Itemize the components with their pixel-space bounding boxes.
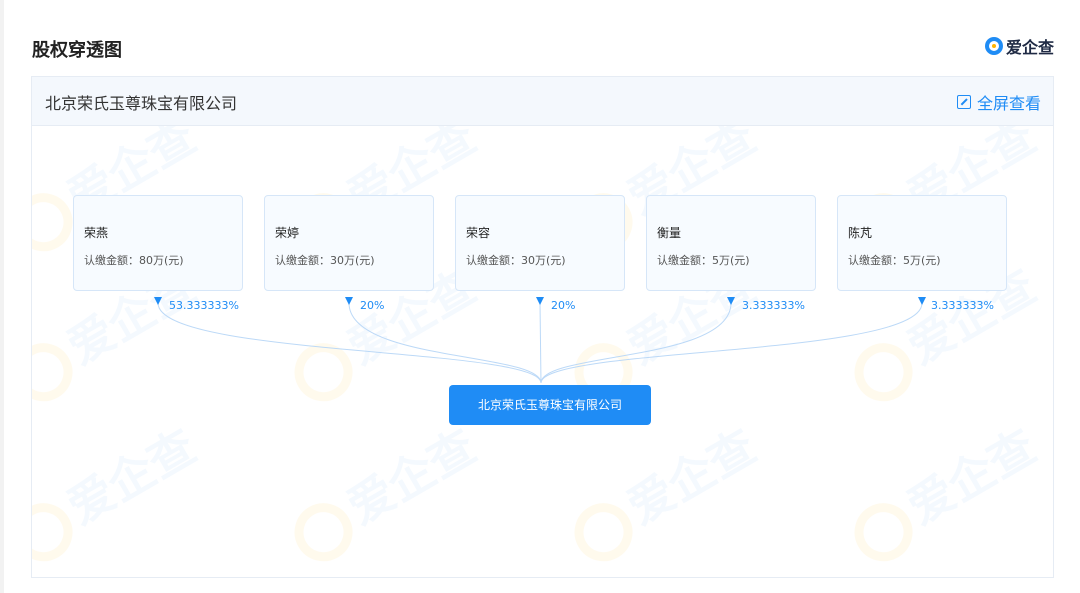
shareholder-card[interactable]: 荣燕 认缴金额：80万(元) — [73, 195, 243, 291]
shareholder-amount: 认缴金额：30万(元) — [466, 254, 566, 267]
shareholder-amount: 认缴金额：30万(元) — [275, 254, 375, 267]
shareholder-name: 衡量 — [657, 226, 682, 240]
share-percentage: 20% — [360, 299, 385, 312]
arrow-icon — [154, 297, 162, 305]
brand-logo-icon — [984, 37, 1003, 55]
equity-chart-panel: 爱企查 爱企查 爱企查 爱企查 爱企查 爱企查 爱企查 爱企查 爱企查 爱企查 … — [31, 76, 1054, 578]
shareholder-name: 荣婷 — [275, 226, 300, 240]
shareholder-name: 荣燕 — [84, 226, 109, 240]
shareholder-card[interactable]: 荣婷 认缴金额：30万(元) — [264, 195, 434, 291]
connector-line-1 — [157, 302, 542, 384]
target-company-node[interactable]: 北京荣氏玉尊珠宝有限公司 — [449, 385, 651, 425]
connector-line-5 — [540, 302, 923, 384]
section-title: 股权穿透图 — [32, 40, 122, 61]
arrow-icon — [727, 297, 735, 305]
shareholder-amount: 认缴金额：5万(元) — [848, 254, 941, 267]
connector-lines — [154, 297, 926, 384]
connector-line-2 — [348, 302, 542, 384]
connector-line-3 — [539, 302, 542, 384]
shareholder-card[interactable]: 陈芃 认缴金额：5万(元) — [837, 195, 1007, 291]
shareholder-card[interactable]: 衡量 认缴金额：5万(元) — [646, 195, 816, 291]
shareholder-amount: 认缴金额：80万(元) — [84, 254, 184, 267]
share-percentage: 3.333333% — [931, 299, 994, 312]
brand-logo: 爱企查 — [984, 34, 1054, 58]
shareholder-amount: 认缴金额：5万(元) — [657, 254, 750, 267]
connector-line-4 — [540, 302, 732, 384]
left-border — [0, 0, 4, 593]
shareholder-name: 陈芃 — [848, 226, 873, 240]
arrow-icon — [345, 297, 353, 305]
share-percentage: 20% — [551, 299, 576, 312]
shareholder-card[interactable]: 荣容 认缴金额：30万(元) — [455, 195, 625, 291]
share-percentage: 3.333333% — [742, 299, 805, 312]
arrow-icon — [918, 297, 926, 305]
arrow-icon — [536, 297, 544, 305]
share-percentage: 53.333333% — [169, 299, 239, 312]
shareholder-name: 荣容 — [466, 226, 491, 240]
brand-name: 爱企查 — [1005, 38, 1054, 57]
